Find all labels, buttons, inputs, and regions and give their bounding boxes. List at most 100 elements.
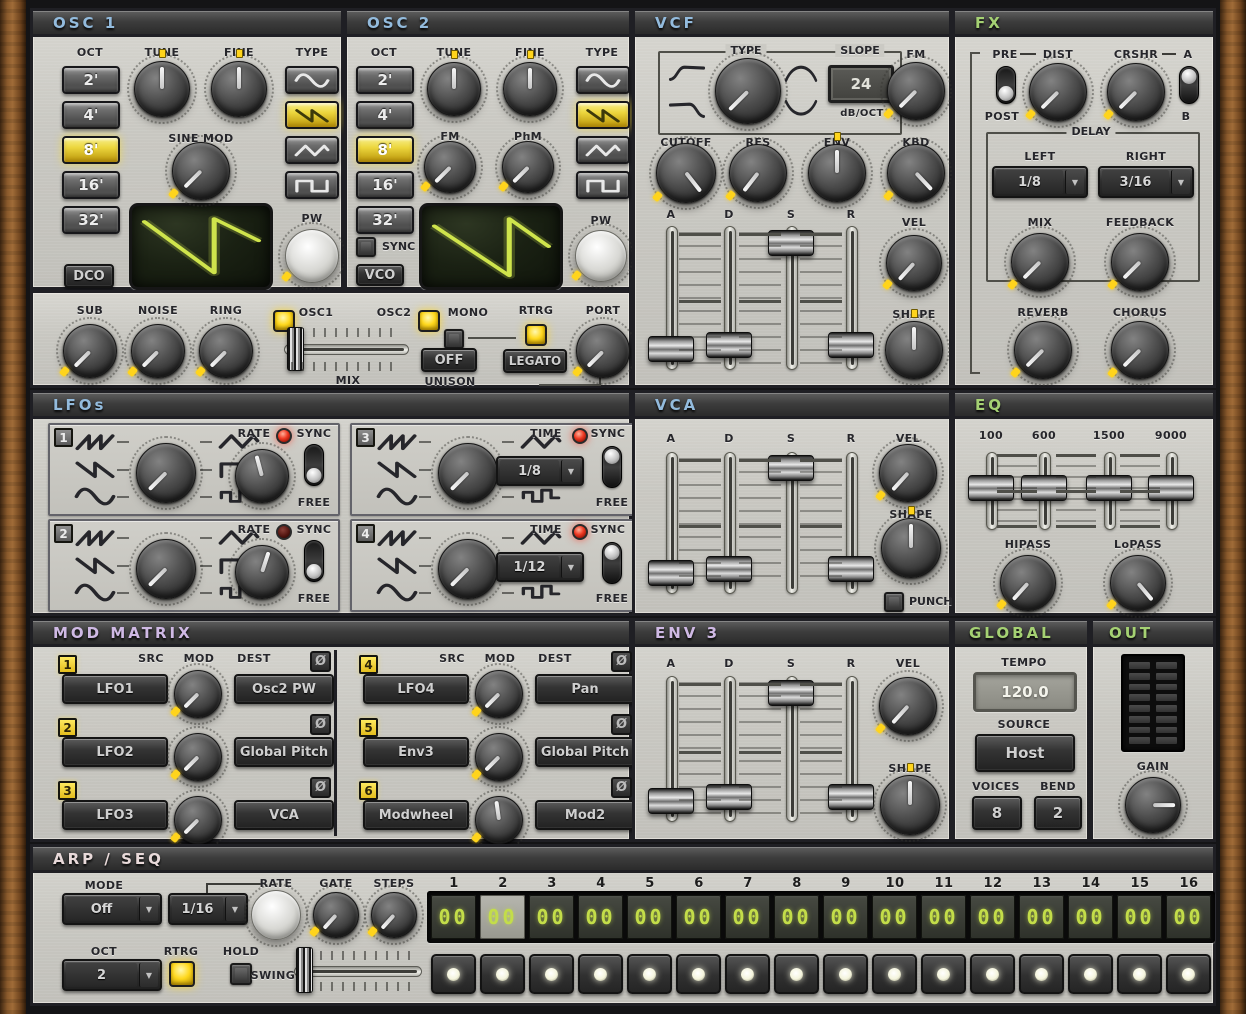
step-11-display[interactable]: 00 bbox=[921, 895, 966, 939]
mod-slot-5-src-button[interactable]: Env3 bbox=[363, 737, 469, 767]
rtrg-led[interactable] bbox=[525, 324, 547, 346]
eq-lopass-knob[interactable] bbox=[1110, 555, 1166, 611]
lfo-3-time-select[interactable]: 1/8▼ bbox=[496, 456, 584, 486]
mod-slot-6-src-button[interactable]: Modwheel bbox=[363, 800, 469, 830]
legato-button[interactable]: LEGATO bbox=[503, 349, 567, 373]
fx-dist-knob[interactable] bbox=[1029, 63, 1087, 121]
chevron-down-icon[interactable]: ▼ bbox=[561, 556, 580, 578]
osc1-type-square-button[interactable] bbox=[285, 171, 339, 199]
step-2-button[interactable] bbox=[480, 954, 525, 994]
step-6-display[interactable]: 00 bbox=[676, 895, 721, 939]
env3-vel-knob[interactable] bbox=[879, 677, 937, 735]
eq-hipass-knob[interactable] bbox=[1000, 555, 1056, 611]
step-4-display[interactable]: 00 bbox=[578, 895, 623, 939]
fx-a-b-toggle[interactable] bbox=[1179, 66, 1199, 104]
vcf-cutoff-knob[interactable] bbox=[656, 143, 716, 203]
chevron-down-icon[interactable]: ▼ bbox=[1171, 170, 1190, 194]
step-11-button[interactable] bbox=[921, 954, 966, 994]
osc2-oct-16'-button[interactable]: 16' bbox=[356, 171, 414, 199]
lfo-4-sync-free-toggle[interactable] bbox=[602, 542, 622, 584]
step-6-button[interactable] bbox=[676, 954, 721, 994]
mod-slot-1-dest-button[interactable]: Osc2 PW bbox=[234, 674, 334, 704]
step-14-display[interactable]: 00 bbox=[1068, 895, 1113, 939]
osc2-oct-2'-button[interactable]: 2' bbox=[356, 66, 414, 94]
step-9-display[interactable]: 00 bbox=[823, 895, 868, 939]
gain-knob[interactable] bbox=[1125, 777, 1181, 833]
lfo-3-sync-free-toggle[interactable] bbox=[602, 446, 622, 488]
osc2-type-square-button[interactable] bbox=[576, 171, 630, 199]
vca-vel-knob[interactable] bbox=[879, 444, 937, 502]
mod-slot-3-src-button[interactable]: LFO3 bbox=[62, 800, 168, 830]
mod-slot-2-amount-knob[interactable] bbox=[174, 733, 222, 781]
lfo-1-sync-free-toggle[interactable] bbox=[304, 444, 324, 486]
arp-rate-select[interactable]: 1/16 ▼ bbox=[168, 893, 248, 925]
vcf-type-knob[interactable] bbox=[715, 58, 781, 124]
mono-mode-button[interactable] bbox=[444, 329, 464, 349]
osc1-dco-button[interactable]: DCO bbox=[64, 264, 114, 288]
mod-slot-1-amount-knob[interactable] bbox=[174, 670, 222, 718]
osc2-oct-32'-button[interactable]: 32' bbox=[356, 206, 414, 234]
mod-slot-6-amount-knob[interactable] bbox=[475, 796, 523, 844]
vcf-res-knob[interactable] bbox=[729, 144, 787, 202]
lfo-4-sine-icon[interactable] bbox=[376, 582, 418, 603]
osc1-type-saw-button[interactable] bbox=[285, 101, 339, 129]
step-15-display[interactable]: 00 bbox=[1117, 895, 1162, 939]
lfo-2-sawup-icon[interactable] bbox=[74, 527, 116, 548]
arp-oct-select[interactable]: 2 ▼ bbox=[62, 959, 162, 991]
tempo-display[interactable]: 120.0 bbox=[973, 672, 1077, 712]
vcf-fm-knob[interactable] bbox=[887, 62, 945, 120]
vca-shape-knob[interactable] bbox=[881, 518, 941, 578]
voices-button[interactable]: 8 bbox=[972, 796, 1022, 830]
unison-off-button[interactable]: OFF bbox=[421, 348, 477, 372]
osc2-sync-checkbox[interactable] bbox=[356, 237, 376, 257]
fx-feedback-knob[interactable] bbox=[1111, 233, 1169, 291]
mono-led[interactable] bbox=[418, 310, 440, 332]
lfo-3-saw-icon[interactable] bbox=[376, 459, 418, 480]
lfo-2-rate-knob[interactable] bbox=[235, 545, 289, 599]
osc2-pw-knob[interactable] bbox=[575, 230, 627, 282]
chevron-down-icon[interactable]: ▼ bbox=[139, 963, 158, 987]
bend-button[interactable]: 2 bbox=[1034, 796, 1082, 830]
osc2-type-sine-button[interactable] bbox=[576, 66, 630, 94]
fx-delay-right-select[interactable]: 3/16 ▼ bbox=[1098, 166, 1194, 198]
osc1-tune-knob[interactable] bbox=[134, 61, 190, 117]
osc2-type-saw-button[interactable] bbox=[576, 101, 630, 129]
lfo-2-saw-icon[interactable] bbox=[74, 555, 116, 576]
osc1-oct-16'-button[interactable]: 16' bbox=[62, 171, 120, 199]
fx-crshr-knob[interactable] bbox=[1107, 63, 1165, 121]
arp-rate-knob[interactable] bbox=[251, 890, 301, 940]
osc1-fine-knob[interactable] bbox=[211, 61, 267, 117]
osc2-oct-4'-button[interactable]: 4' bbox=[356, 101, 414, 129]
mod-slot-1-src-button[interactable]: LFO1 bbox=[62, 674, 168, 704]
mod-slot-4-bypass-button[interactable]: Ø bbox=[611, 651, 632, 672]
lfo-2-wave-knob[interactable] bbox=[136, 539, 196, 599]
chevron-down-icon[interactable]: ▼ bbox=[1065, 170, 1084, 194]
filter-bandpass-icon[interactable] bbox=[784, 61, 818, 83]
lfo-4-wave-knob[interactable] bbox=[438, 539, 498, 599]
mod-slot-3-amount-knob[interactable] bbox=[174, 796, 222, 844]
step-13-button[interactable] bbox=[1019, 954, 1064, 994]
step-12-button[interactable] bbox=[970, 954, 1015, 994]
chevron-down-icon[interactable]: ▼ bbox=[561, 460, 580, 482]
step-12-display[interactable]: 00 bbox=[970, 895, 1015, 939]
mod-slot-4-dest-button[interactable]: Pan bbox=[535, 674, 635, 704]
osc2-type-tri-button[interactable] bbox=[576, 136, 630, 164]
swing-slider-handle[interactable] bbox=[296, 947, 313, 993]
mod-slot-4-src-button[interactable]: LFO4 bbox=[363, 674, 469, 704]
fx-delay-mix-knob[interactable] bbox=[1011, 233, 1069, 291]
lfo-1-sawup-icon[interactable] bbox=[74, 431, 116, 452]
chevron-down-icon[interactable]: ▼ bbox=[139, 897, 158, 921]
step-1-button[interactable] bbox=[431, 954, 476, 994]
osc1-pw-knob[interactable] bbox=[285, 229, 339, 283]
osc1-oct-8'-button[interactable]: 8' bbox=[62, 136, 120, 164]
osc1-type-sine-button[interactable] bbox=[285, 66, 339, 94]
step-3-button[interactable] bbox=[529, 954, 574, 994]
lfo-1-wave-knob[interactable] bbox=[136, 443, 196, 503]
lfo-3-sawup-icon[interactable] bbox=[376, 431, 418, 452]
sub-knob[interactable] bbox=[63, 324, 117, 378]
step-3-display[interactable]: 00 bbox=[529, 895, 574, 939]
mod-slot-2-src-button[interactable]: LFO2 bbox=[62, 737, 168, 767]
mod-slot-3-dest-button[interactable]: VCA bbox=[234, 800, 334, 830]
swing-slider-track[interactable] bbox=[294, 966, 422, 977]
mod-slot-6-dest-button[interactable]: Mod2 bbox=[535, 800, 635, 830]
